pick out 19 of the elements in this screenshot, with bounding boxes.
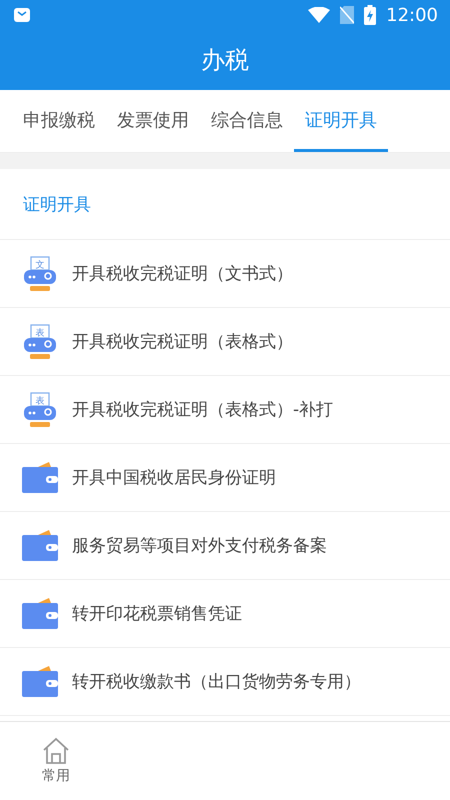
service-list-item[interactable]: 文 开具税收完税证明（文书式） xyxy=(0,240,450,308)
app-notification-icon xyxy=(14,8,30,22)
service-list-item[interactable]: 表 开具税收完税证明（表格式）-补打 xyxy=(0,376,450,444)
nav-tab[interactable]: 常用 xyxy=(0,722,112,800)
service-list-item[interactable]: 转开印花税票销售凭证 xyxy=(0,580,450,648)
status-time: 12:00 xyxy=(386,4,438,26)
home-icon xyxy=(41,737,71,765)
service-list-item[interactable]: 转开税收缴款书（出口货物劳务专用） xyxy=(0,648,450,716)
battery-charging-icon xyxy=(364,5,376,25)
category-tab[interactable]: 申报缴税 xyxy=(12,90,106,152)
category-tab[interactable]: 综合信息 xyxy=(200,90,294,152)
page-title: 办税 xyxy=(201,45,249,76)
service-list-item[interactable]: 服务贸易等项目对外支付税务备案 xyxy=(0,512,450,580)
wifi-icon xyxy=(308,7,330,23)
service-list-item[interactable]: 表 开具税收完税证明（表格式） xyxy=(0,308,450,376)
section-title: 证明开具 xyxy=(23,194,91,216)
service-list-item[interactable]: 开具中国税收居民身份证明 xyxy=(0,444,450,512)
category-tab[interactable]: 发票使用 xyxy=(106,90,200,152)
no-sim-icon xyxy=(340,6,354,24)
